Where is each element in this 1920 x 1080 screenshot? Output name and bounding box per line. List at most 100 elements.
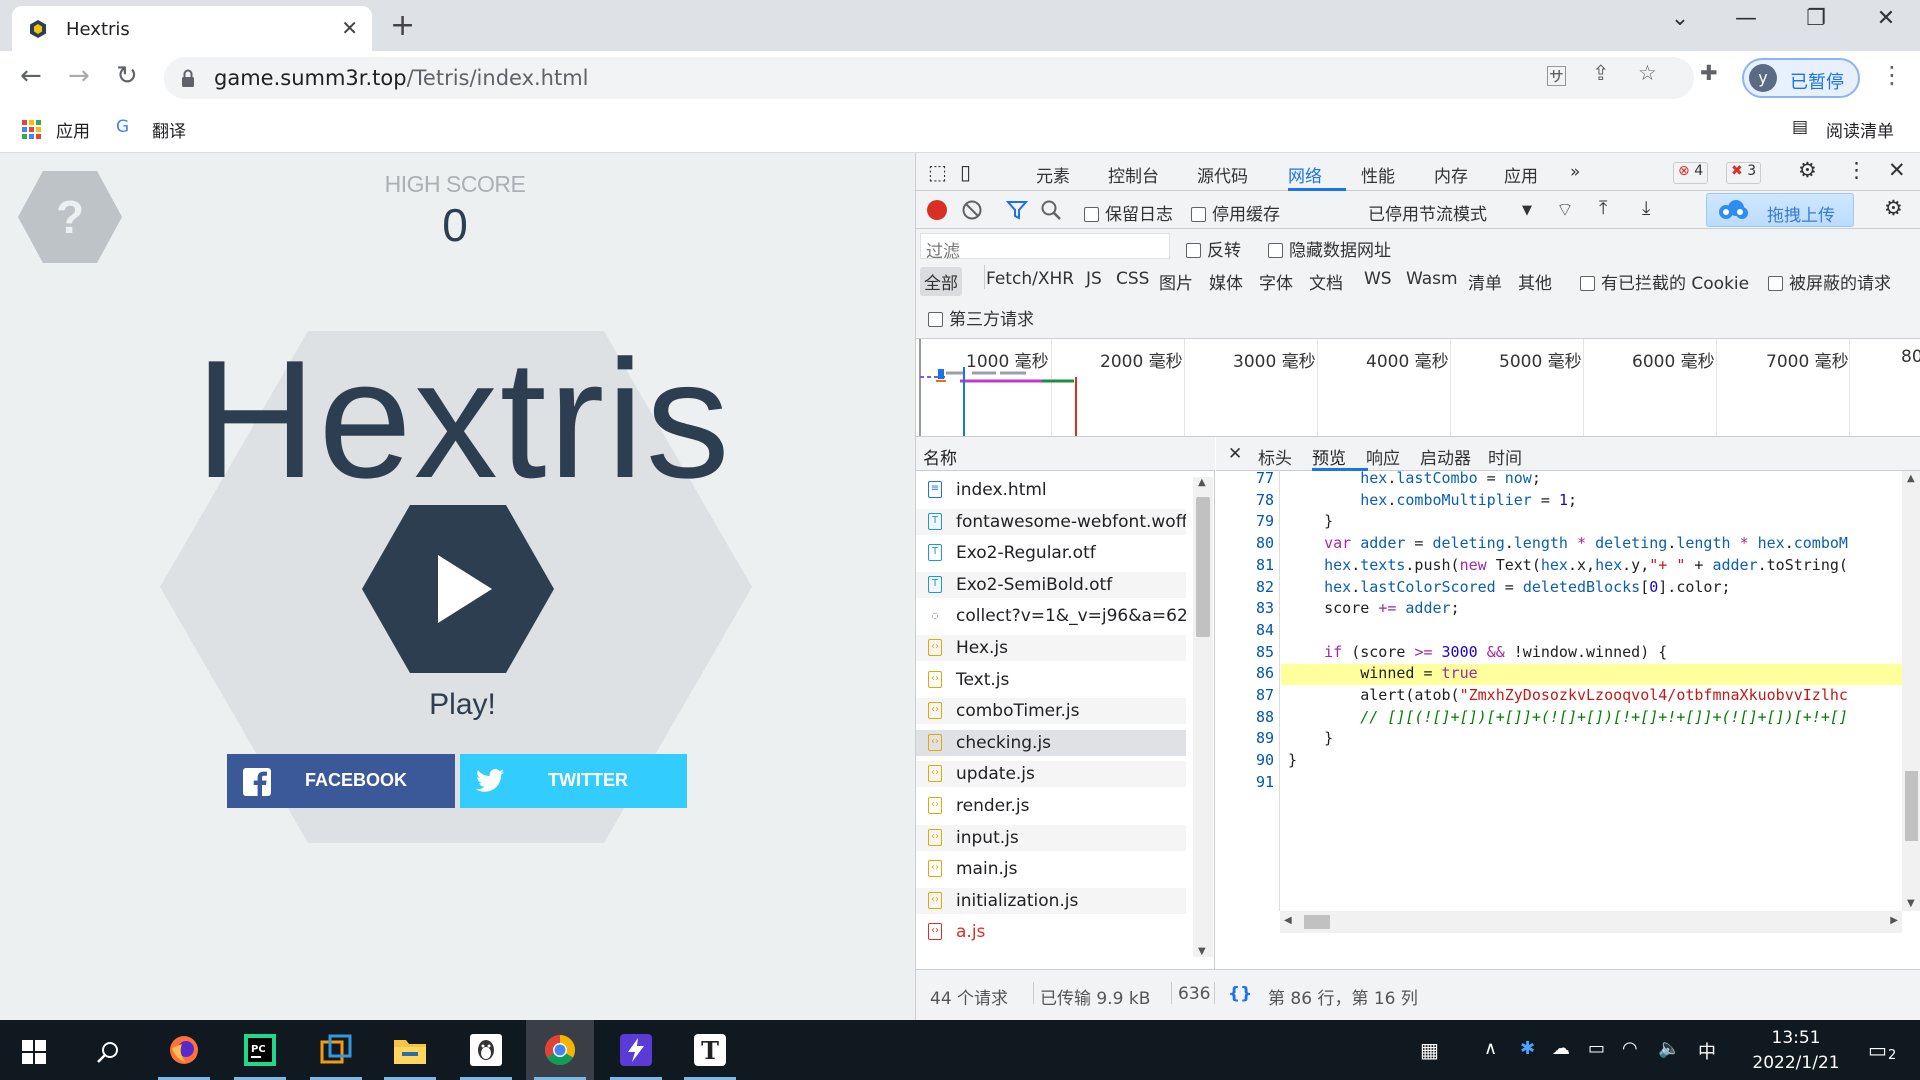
profile-button[interactable]: y 已暂停 [1742, 58, 1860, 98]
type-filter-font[interactable]: 字体 [1259, 269, 1293, 294]
code-preview[interactable]: 77 78 79 80 81 82 83 84 85 86 87 88 89 90 91 hex.lastC… [1216, 471, 1920, 911]
vmware-icon[interactable] [302, 1020, 370, 1080]
type-filter-wasm[interactable]: Wasm [1406, 269, 1458, 289]
forward-icon[interactable]: → [68, 61, 90, 91]
scroll-down-icon[interactable]: ▼ [1907, 898, 1915, 909]
menu-kebab-icon[interactable]: ⋮ [1880, 61, 1904, 89]
import-har-icon[interactable]: ⤒ [1599, 197, 1607, 219]
chrome-icon[interactable] [526, 1020, 594, 1080]
third-party-checkbox[interactable]: 第三方请求 [928, 305, 1034, 330]
code-vertical-scrollbar[interactable]: ▲ ▼ [1902, 471, 1920, 911]
tab-initiator[interactable]: 启动器 [1420, 444, 1471, 469]
pycharm-icon[interactable]: PC [226, 1020, 294, 1080]
warning-count-badge[interactable]: ✖ 3 [1726, 162, 1762, 184]
device-toolbar-icon[interactable]: ▯ [960, 160, 971, 184]
tab-timing[interactable]: 时间 [1488, 444, 1522, 469]
onedrive-icon[interactable]: ☁ [1552, 1038, 1570, 1059]
tab-application[interactable]: 应用 [1504, 162, 1538, 187]
input-keyboard-icon[interactable]: ▦ [1420, 1038, 1439, 1062]
bookmark-star-icon[interactable]: ☆ [1638, 61, 1657, 85]
inspect-element-icon[interactable]: ⬚ [928, 160, 947, 184]
twitter-share-button[interactable]: TWITTER [460, 754, 687, 808]
drag-upload-button[interactable]: 拖拽上传 [1706, 193, 1854, 227]
scroll-up-icon[interactable]: ▲ [1907, 473, 1915, 484]
request-row[interactable]: ‹› checking.js [916, 729, 1186, 756]
clock-time[interactable]: 13:51 [1736, 1028, 1856, 1048]
request-row[interactable]: T Exo2-Regular.otf [916, 540, 1186, 567]
ime-indicator[interactable]: 中 [1698, 1038, 1716, 1064]
record-icon[interactable] [926, 199, 948, 221]
restore-icon[interactable]: ❐ [1796, 6, 1836, 31]
filter-input[interactable]: 过滤 [920, 233, 1170, 262]
clock-date[interactable]: 2022/1/21 [1736, 1053, 1856, 1073]
tab-elements[interactable]: 元素 [1036, 162, 1070, 187]
blocked-cookies-checkbox[interactable]: 有已拦截的 Cookie [1580, 269, 1749, 294]
search-icon[interactable] [1040, 199, 1062, 221]
more-tabs-icon[interactable]: » [1570, 162, 1580, 182]
devtools-close-icon[interactable]: ✕ [1888, 158, 1906, 182]
scrollbar-thumb[interactable] [1304, 915, 1330, 929]
tab-performance[interactable]: 性能 [1361, 162, 1395, 187]
type-filter-doc[interactable]: 文档 [1309, 269, 1343, 294]
type-filter-other[interactable]: 其他 [1518, 269, 1552, 294]
scroll-up-icon[interactable]: ▲ [1198, 477, 1206, 488]
type-filter-css[interactable]: CSS [1116, 269, 1149, 289]
request-row[interactable]: ‹› a.js [916, 919, 1186, 946]
show-hidden-icons-icon[interactable]: ∧ [1484, 1038, 1497, 1059]
qq-icon[interactable] [452, 1020, 520, 1080]
browser-tab[interactable]: Hextris ✕ [12, 6, 372, 51]
preserve-log-checkbox[interactable]: 保留日志 [1084, 200, 1173, 225]
request-list-header[interactable]: 名称 [916, 437, 1215, 471]
devtools-settings-icon[interactable]: ⚙ [1798, 158, 1817, 182]
facebook-share-button[interactable]: FACEBOOK [227, 754, 455, 808]
explorer-icon[interactable] [376, 1020, 444, 1080]
network-timeline[interactable]: 1000 毫秒 2000 毫秒 3000 毫秒 4000 毫秒 5000 毫秒 … [916, 339, 1920, 437]
filter-icon[interactable] [1006, 199, 1028, 221]
request-row[interactable]: ‹› Hex.js [916, 635, 1186, 661]
reading-list-button[interactable]: 阅读清单 [1826, 117, 1894, 142]
hide-data-urls-checkbox[interactable]: 隐藏数据网址 [1268, 236, 1391, 261]
type-filter-manifest[interactable]: 清单 [1468, 269, 1502, 294]
new-tab-icon[interactable]: + [390, 8, 415, 43]
type-filter-all[interactable]: 全部 [920, 267, 962, 296]
play-button[interactable] [362, 505, 554, 673]
firefox-icon[interactable] [150, 1020, 218, 1080]
extensions-icon[interactable]: ✚ [1700, 61, 1718, 85]
fast-icon[interactable] [602, 1020, 670, 1080]
translate-page-icon[interactable]: 🈂 [1546, 61, 1567, 91]
request-row[interactable]: collect?v=1&_v=j96&a=6286 [916, 603, 1186, 630]
request-row[interactable]: ‹› comboTimer.js [916, 698, 1186, 725]
tab-search-icon[interactable]: ⌄ [1660, 6, 1700, 31]
tab-close-icon[interactable]: ✕ [341, 16, 358, 40]
scrollbar-thumb[interactable] [1905, 771, 1918, 841]
window-close-icon[interactable]: ✕ [1866, 6, 1906, 31]
minimize-icon[interactable]: — [1726, 6, 1766, 31]
type-filter-media[interactable]: 媒体 [1209, 269, 1243, 294]
tab-console[interactable]: 控制台 [1108, 162, 1159, 187]
devtools-menu-icon[interactable]: ⋮ [1846, 158, 1867, 182]
export-har-icon[interactable]: ⤓ [1642, 197, 1650, 219]
request-list-scrollbar[interactable]: ▲ ▼ [1193, 477, 1213, 957]
request-row[interactable]: ‹› main.js [916, 856, 1186, 883]
tab-headers[interactable]: 标头 [1258, 444, 1292, 469]
play-label[interactable]: Play! [380, 688, 545, 722]
back-icon[interactable]: ← [20, 61, 42, 91]
reload-icon[interactable]: ↻ [116, 61, 138, 91]
type-filter-js[interactable]: JS [1086, 269, 1102, 289]
request-row[interactable]: ‹› initialization.js [916, 887, 1186, 914]
notification-center-icon[interactable]: ▭ [1868, 1038, 1887, 1062]
network-settings-icon[interactable]: ⚙ [1884, 196, 1903, 220]
tab-preview[interactable]: 预览 [1312, 444, 1346, 469]
scrollbar-thumb[interactable] [1196, 497, 1210, 637]
error-count-badge[interactable]: ⊗ 4 [1673, 162, 1709, 184]
close-detail-icon[interactable]: ✕ [1228, 444, 1242, 464]
request-row[interactable]: Tfontawesome-webfont.woff [916, 508, 1186, 535]
tab-response[interactable]: 响应 [1366, 444, 1400, 469]
pretty-print-icon[interactable]: {} [1228, 984, 1252, 1004]
request-row[interactable]: T Exo2-SemiBold.otf [916, 571, 1186, 598]
request-row[interactable]: ‹› update.js [916, 761, 1186, 788]
search-icon[interactable] [96, 1040, 120, 1064]
wifi-icon[interactable]: ◠ [1622, 1038, 1638, 1059]
address-bar[interactable]: game.summ3r.top/Tetris/index.html [164, 57, 1694, 99]
chevron-down-icon[interactable]: ▼ [1522, 203, 1532, 218]
